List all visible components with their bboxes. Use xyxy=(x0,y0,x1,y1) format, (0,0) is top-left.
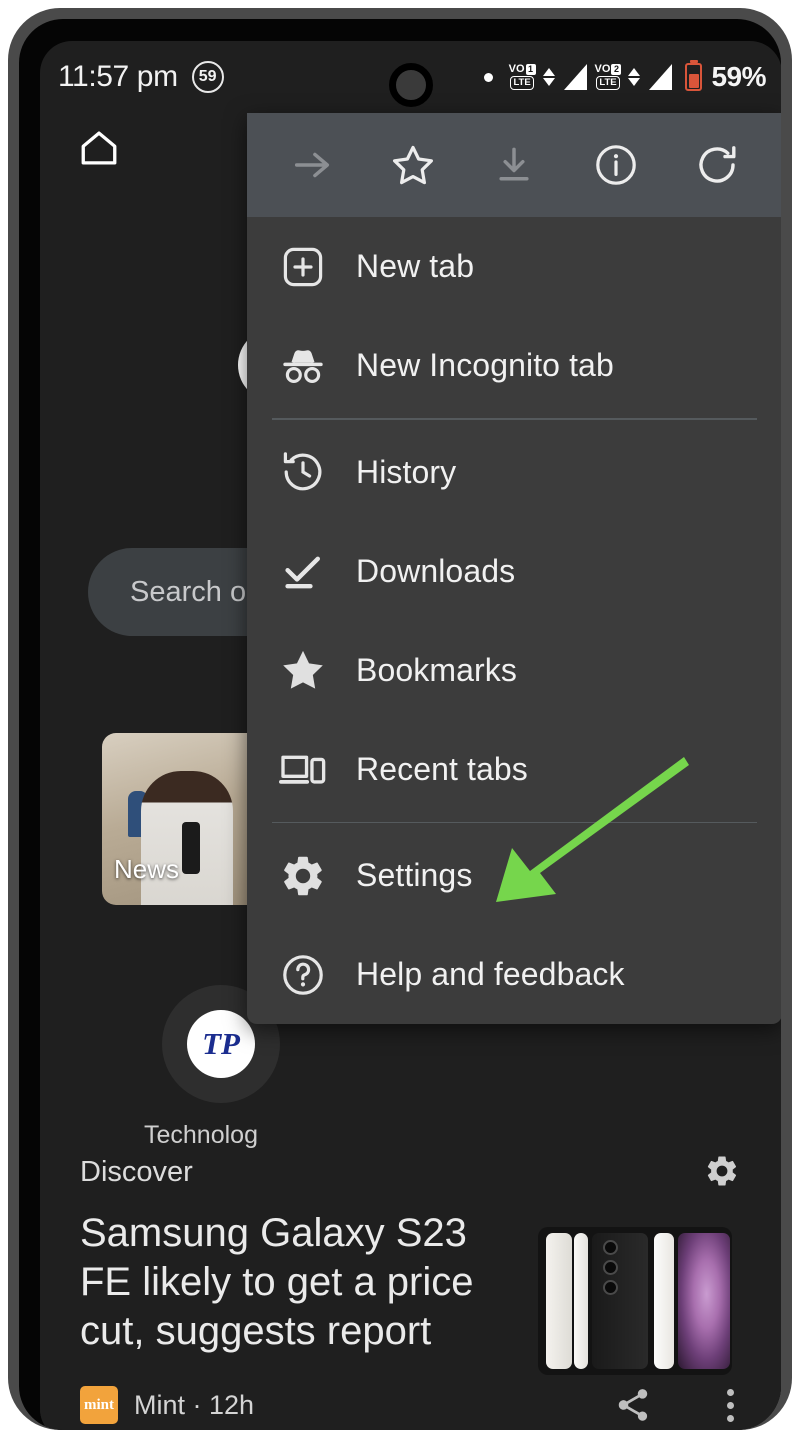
phone-bezel: 11:57 pm 59 VO 1 LTE VO 2 LTE 59% Search… xyxy=(19,19,781,1430)
help-icon xyxy=(275,947,331,1003)
battery-percent-label: 59% xyxy=(711,61,766,92)
menu-item-new-incognito-tab[interactable]: New Incognito tab xyxy=(247,316,781,415)
news-tile-label: News xyxy=(114,854,180,884)
discover-header: Discover xyxy=(40,1133,781,1211)
menu-item-label: New Incognito tab xyxy=(356,347,614,383)
recent-tabs-icon xyxy=(275,741,331,797)
discover-gear-icon[interactable] xyxy=(704,1153,740,1189)
settings-gear-icon xyxy=(275,848,331,904)
alarm-badge-icon: 59 xyxy=(191,61,224,93)
menu-divider xyxy=(272,418,757,420)
menu-item-label: Help and feedback xyxy=(356,956,625,992)
sim2-number: 2 xyxy=(611,63,622,75)
menu-item-label: History xyxy=(356,453,457,490)
forward-arrow-icon[interactable] xyxy=(281,134,343,196)
download-icon[interactable] xyxy=(483,134,545,196)
history-icon xyxy=(275,444,331,500)
home-icon[interactable] xyxy=(76,127,122,169)
volte-sim1-text: VO xyxy=(508,62,525,75)
front-camera-notch xyxy=(389,63,433,107)
article-more-options-icon[interactable] xyxy=(727,1388,734,1422)
menu-item-bookmarks[interactable]: Bookmarks xyxy=(247,621,781,720)
status-clock: 11:57 pm xyxy=(58,60,178,93)
menu-item-settings[interactable]: Settings xyxy=(247,826,781,925)
volte-sim1-icon: VO 1 LTE xyxy=(508,62,536,91)
phone-screen: 11:57 pm 59 VO 1 LTE VO 2 LTE 59% Search… xyxy=(40,41,781,1430)
menu-toolbar-row xyxy=(247,113,781,217)
thumb-phone-white-3 xyxy=(654,1233,674,1369)
status-bar-left: 11:57 pm 59 xyxy=(58,60,224,94)
battery-icon xyxy=(685,63,703,91)
menu-item-help-and-feedback[interactable]: Help and feedback xyxy=(247,925,781,1024)
thumb-phone-white-2 xyxy=(574,1233,588,1369)
thumb-phone-black xyxy=(592,1233,648,1369)
signal-bars-icon-2 xyxy=(649,64,673,90)
sim1-number: 1 xyxy=(525,63,536,75)
phone-frame: 11:57 pm 59 VO 1 LTE VO 2 LTE 59% Search… xyxy=(8,8,792,1430)
mint-logo: mint xyxy=(80,1386,118,1424)
tp-logo: TP xyxy=(187,1010,255,1078)
volte-sim1-lte: LTE xyxy=(509,76,535,91)
search-placeholder: Search or xyxy=(130,575,256,608)
menu-item-label: Downloads xyxy=(356,552,516,589)
info-icon[interactable] xyxy=(585,134,647,196)
data-transfer-arrows-icon-2 xyxy=(628,68,641,86)
menu-item-label: Recent tabs xyxy=(356,750,528,787)
bookmarks-star-icon xyxy=(275,642,331,698)
thumb-phone-white-1 xyxy=(546,1233,572,1369)
volte-sim2-lte: LTE xyxy=(595,76,621,91)
status-bar-right: VO 1 LTE VO 2 LTE 59% xyxy=(483,41,766,113)
new-tab-icon xyxy=(275,239,331,295)
volte-sim2-icon: VO 2 LTE xyxy=(594,62,622,91)
menu-item-label: New tab xyxy=(356,248,475,284)
menu-item-history[interactable]: History xyxy=(247,423,781,522)
menu-item-label: Bookmarks xyxy=(356,651,517,688)
data-transfer-arrows-icon-1 xyxy=(542,68,555,86)
article-source-line: Mint · 12h xyxy=(134,1389,255,1420)
incognito-icon xyxy=(275,338,331,394)
chrome-overflow-menu: New tab New Incognito tab History Downlo… xyxy=(247,113,781,1024)
article-footer: mint Mint · 12h xyxy=(40,1375,781,1430)
share-icon[interactable] xyxy=(614,1386,652,1424)
downloads-icon xyxy=(275,543,331,599)
menu-item-recent-tabs[interactable]: Recent tabs xyxy=(247,720,781,819)
discover-title: Discover xyxy=(80,1155,193,1188)
notification-dot-icon xyxy=(483,72,493,82)
article-headline: Samsung Galaxy S23 FE likely to get a pr… xyxy=(80,1211,474,1353)
thumb-phone-purple-screen xyxy=(678,1233,730,1369)
tile-microphone xyxy=(182,822,200,875)
menu-divider xyxy=(272,821,757,823)
reload-icon[interactable] xyxy=(686,134,748,196)
star-icon[interactable] xyxy=(382,134,444,196)
article-thumbnail xyxy=(538,1227,732,1375)
volte-sim2-text: VO xyxy=(594,62,611,75)
signal-bars-icon-1 xyxy=(563,64,587,90)
menu-item-downloads[interactable]: Downloads xyxy=(247,522,781,621)
menu-item-label: Settings xyxy=(356,857,473,893)
menu-item-new-tab[interactable]: New tab xyxy=(247,217,781,316)
